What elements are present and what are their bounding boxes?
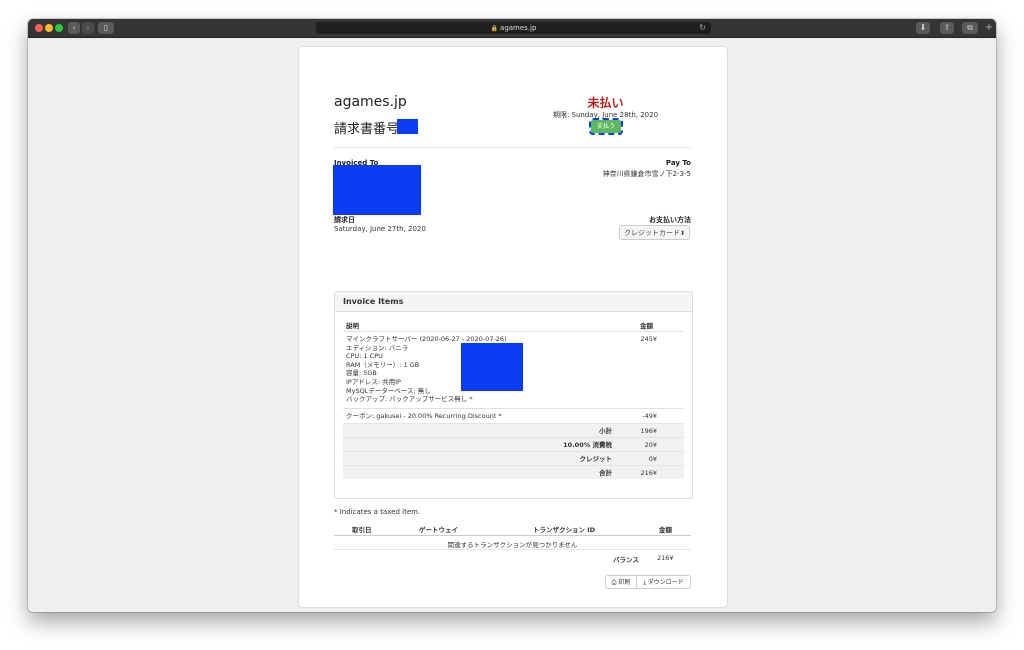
address-bar[interactable]: 🔒 agames.jp ↻ [316,22,711,34]
item-line: バックアップ: バックアップサービス無し * [346,395,473,404]
invoice-items-panel: Invoice Items 説明 金額 マインクラフトサーバー (2020-06… [334,291,693,499]
close-window-button[interactable] [35,24,43,32]
lock-icon: 🔒 [490,25,499,32]
download-label: ダウンロード [647,579,684,586]
tax-label: 10.00% 消費税 [563,441,612,449]
item-amount: 245¥ [640,335,657,343]
downloads-button[interactable]: ⬇ [916,22,930,34]
subtotal-label: 小計 [599,427,612,435]
sidebar-toggle-button[interactable]: ▯ [98,22,114,34]
total-label: 合計 [599,469,612,477]
invoice-date-label: 請求日 [334,216,355,224]
company-name: agames.jp [334,94,407,110]
balance-label: バランス [613,556,639,564]
zoom-window-button[interactable] [55,24,63,32]
minimize-window-button[interactable] [45,24,53,32]
download-icon: ⬇ [919,23,927,32]
pay-to-address: 神奈川県鎌倉市雪ノ下2-3-5 [602,170,691,178]
no-transactions-message: 関連するトランザクションが見つかりません [447,541,578,549]
download-button[interactable]: ⤓ ダウンロード [636,575,691,589]
credit-label: クレジット [579,455,613,463]
transaction-id-header: トランザクション ID [533,526,596,534]
address-text: agames.jp [500,24,537,32]
chevron-left-icon: ‹ [72,23,76,32]
tax-value: 20¥ [644,441,657,449]
subtotal-row: 小計 196¥ [343,423,684,437]
browser-window: ‹ › ▯ 🔒 agames.jp ↻ ⬇ ⇪ ⧉ + agames.jp 請求書… [28,19,996,612]
gateway-header: ゲートウェイ [419,526,458,534]
redacted-item-details [461,343,523,391]
coupon-line: クーポン: gakusei - 20.00% Recurring Discoun… [346,412,502,420]
chevron-right-icon: › [86,23,90,32]
taxed-note: * Indicates a taxed item. [334,508,421,516]
browser-toolbar: ‹ › ▯ 🔒 agames.jp ↻ ⬇ ⇪ ⧉ + [28,19,996,38]
amount-column-header: 金額 [640,322,653,330]
status-badge: 未払い [587,96,624,110]
invoice-items-title: Invoice Items [335,292,692,312]
payment-method-value: クレジットカード [624,229,680,237]
due-date: 期限: Sunday, June 28th, 2020 [552,111,659,119]
back-button[interactable]: ‹ [68,22,80,34]
divider [334,549,691,550]
tabs-overview-button[interactable]: ⧉ [962,22,978,34]
total-value: 216¥ [640,469,657,477]
invoice-card: agames.jp 請求書番号 未払い 期限: Sunday, June 28t… [298,46,728,608]
forward-button[interactable]: › [82,22,94,34]
payment-method-select[interactable]: クレジットカード ⬍ [619,225,690,240]
printer-icon: ⎙ [611,579,617,586]
print-button[interactable]: ⎙ 印刷 [605,575,637,589]
download-icon: ⤓ [643,579,646,586]
transaction-amount-header: 金額 [659,526,672,534]
tabs-icon: ⧉ [967,23,973,32]
invoice-number-label: 請求書番号 [334,122,400,137]
row-divider [343,408,684,409]
row-divider [343,331,684,332]
print-label: 印刷 [618,579,631,586]
transaction-date-header: 取引日 [352,526,372,534]
coupon-amount: -49¥ [642,412,657,420]
divider [334,535,691,536]
credit-value: 0¥ [648,455,657,463]
divider [334,147,691,148]
tax-row: 10.00% 消費税 20¥ [343,437,684,451]
select-arrows-icon: ⬍ [679,230,685,237]
share-button[interactable]: ⇪ [940,22,954,34]
pay-button[interactable]: 支払う [589,118,623,135]
new-tab-button[interactable]: + [984,23,994,33]
pay-to-label: Pay To [665,159,691,167]
total-row: 合計 216¥ [343,465,684,479]
credit-row: クレジット 0¥ [343,451,684,465]
description-column-header: 説明 [346,322,359,330]
balance-value: 216¥ [657,554,674,562]
subtotal-value: 196¥ [640,427,657,435]
reload-icon[interactable]: ↻ [699,22,706,34]
redacted-customer-address [333,165,421,215]
sidebar-icon: ▯ [103,23,109,32]
redacted-invoice-number [397,119,418,134]
share-icon: ⇪ [943,23,951,32]
invoice-date-value: Saturday, June 27th, 2020 [334,225,426,233]
payment-method-label: お支払い方法 [649,216,691,224]
